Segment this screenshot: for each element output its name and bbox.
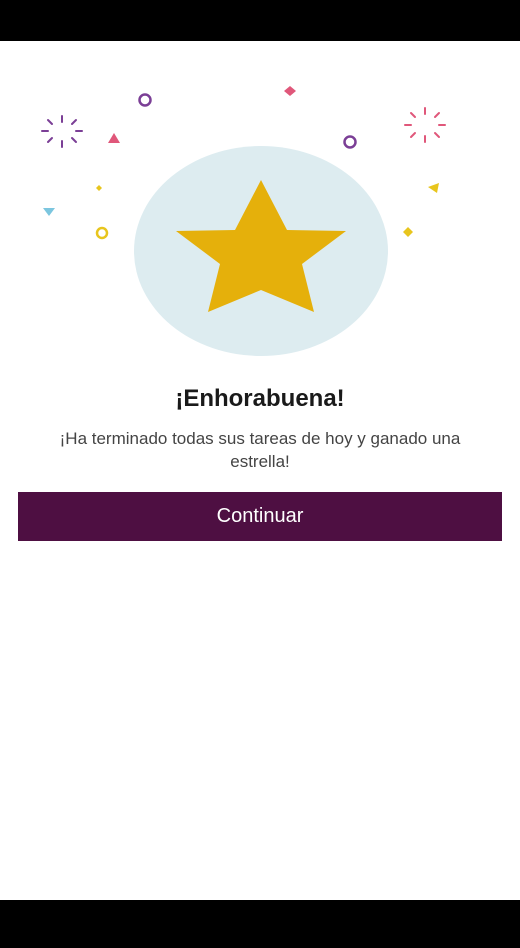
status-bar: [0, 0, 520, 41]
confetti-burst-icon: [404, 107, 446, 143]
confetti-burst-icon: [41, 115, 83, 148]
confetti-ring-icon: [95, 226, 109, 240]
confetti-ring-icon: [138, 93, 152, 107]
continue-button[interactable]: Continuar: [18, 492, 502, 541]
confetti-triangle-icon: [428, 183, 439, 193]
congratulations-title: ¡Enhorabuena!: [175, 385, 345, 412]
completion-message: ¡Ha terminado todas sus tareas de hoy y …: [59, 429, 461, 471]
confetti-diamond-icon: [284, 86, 296, 96]
navigation-bar: [0, 900, 520, 948]
confetti-diamond-icon: [403, 227, 413, 237]
confetti-diamond-icon: [96, 185, 102, 191]
confetti-triangle-icon: [108, 133, 120, 143]
confetti-triangle-icon: [43, 208, 55, 216]
confetti-ring-icon: [343, 135, 357, 149]
celebration-illustration: [41, 86, 446, 356]
